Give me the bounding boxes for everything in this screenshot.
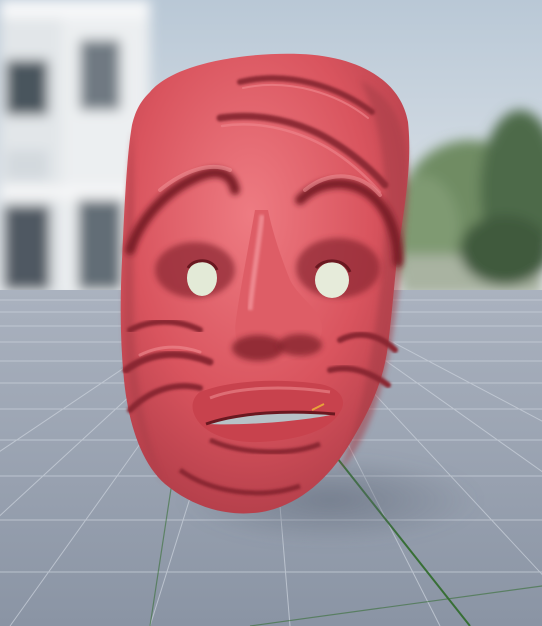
right-eye-hole	[315, 262, 349, 298]
3d-viewport[interactable]	[0, 0, 542, 626]
scene-canvas	[0, 0, 542, 626]
